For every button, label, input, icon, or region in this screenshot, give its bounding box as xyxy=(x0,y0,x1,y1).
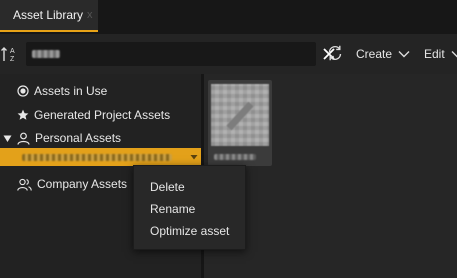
expand-triangle-icon[interactable] xyxy=(3,134,12,143)
refresh-icon[interactable] xyxy=(326,44,344,62)
tree-item-label: Generated Project Assets xyxy=(34,108,171,122)
context-menu: Delete Rename Optimize asset xyxy=(133,165,246,250)
folder-options-icon[interactable] xyxy=(190,153,198,161)
tab-title: Asset Library xyxy=(13,8,84,22)
search-input[interactable] xyxy=(30,42,298,66)
asset-tile[interactable] xyxy=(208,80,272,166)
tree-item-assets-in-use[interactable]: Assets in Use xyxy=(17,81,107,101)
tab-close-icon[interactable]: x xyxy=(87,9,93,21)
svg-text:A: A xyxy=(10,48,15,55)
tree-item-label: Personal Assets xyxy=(35,131,122,145)
create-label: Create xyxy=(356,47,393,61)
search-box xyxy=(26,42,335,66)
tree-item-company-assets[interactable]: Company Assets xyxy=(17,174,127,194)
folder-name-redacted xyxy=(22,154,172,161)
tree-item-label: Assets in Use xyxy=(34,84,108,98)
radio-target-icon xyxy=(17,85,29,97)
tab-bar: Asset Library x xyxy=(0,0,457,34)
tree-item-generated-project-assets[interactable]: Generated Project Assets xyxy=(17,105,170,125)
tree-item-label: Company Assets xyxy=(37,177,128,191)
user-icon xyxy=(17,132,30,145)
svg-text:Z: Z xyxy=(10,56,15,63)
tab-asset-library[interactable]: Asset Library x xyxy=(0,0,98,32)
tree-item-selected-folder[interactable] xyxy=(0,148,201,166)
menu-item-rename[interactable]: Rename xyxy=(134,198,245,220)
chevron-down-icon xyxy=(398,51,410,58)
toolbar: A Z Create Edit xyxy=(0,34,457,74)
sort-icon[interactable]: A Z xyxy=(0,45,20,63)
edit-menu-button[interactable]: Edit xyxy=(424,46,457,62)
menu-item-optimize-asset[interactable]: Optimize asset xyxy=(134,220,245,242)
chevron-down-icon xyxy=(451,51,457,58)
asset-thumbnail xyxy=(211,84,269,146)
star-icon xyxy=(17,109,29,120)
menu-item-delete[interactable]: Delete xyxy=(134,176,245,198)
users-icon xyxy=(17,178,32,191)
create-menu-button[interactable]: Create xyxy=(356,46,410,62)
asset-name-redacted xyxy=(214,154,256,160)
edit-label: Edit xyxy=(424,47,445,61)
tree-item-personal-assets[interactable]: Personal Assets xyxy=(3,128,121,148)
search-text-redacted xyxy=(32,50,60,58)
